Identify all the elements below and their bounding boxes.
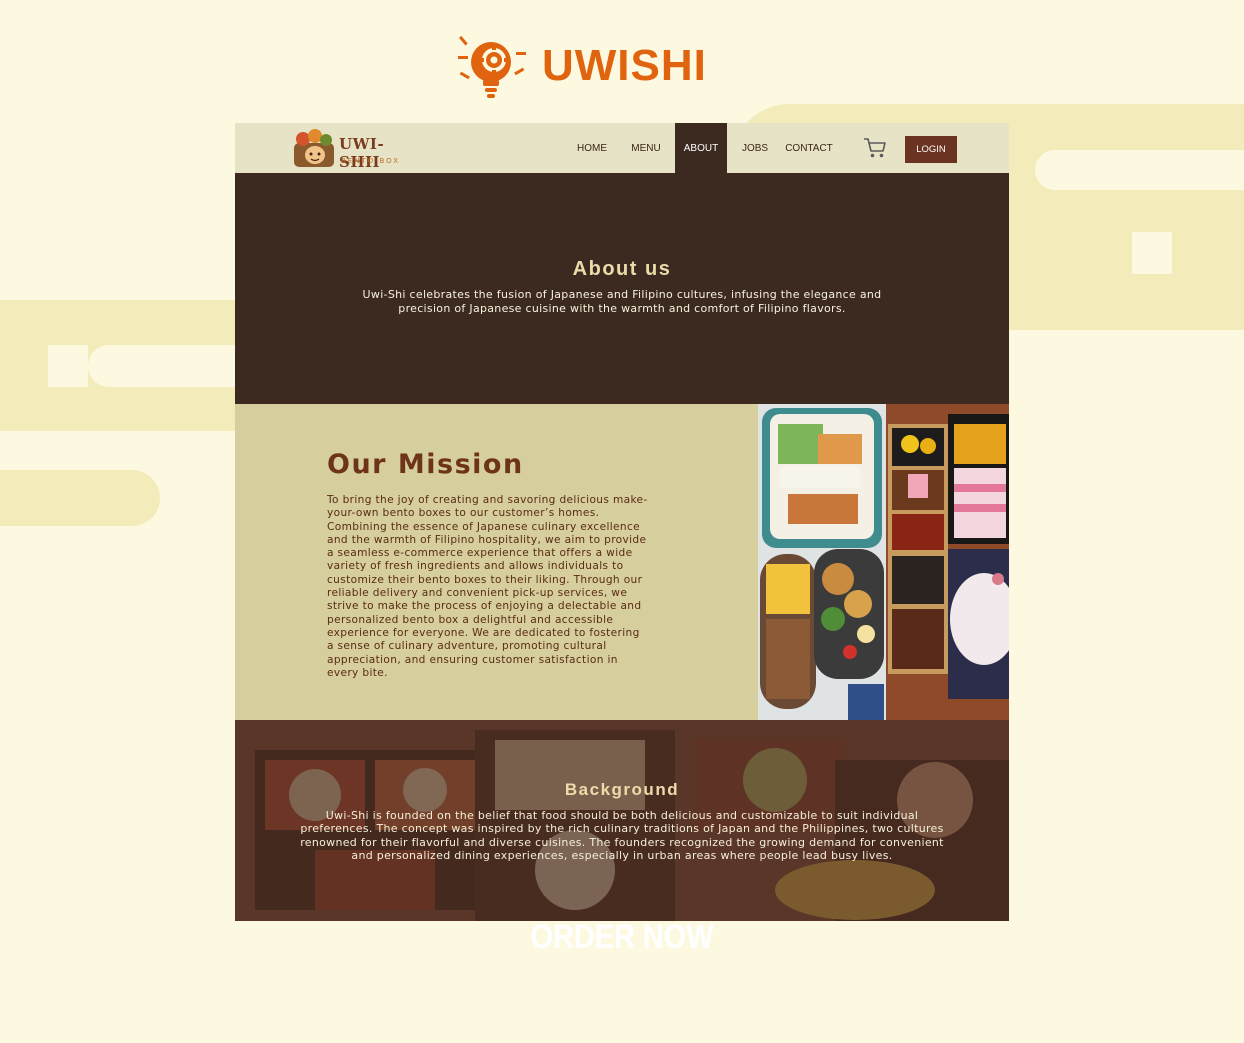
nav-jobs[interactable]: JOBS bbox=[733, 123, 777, 173]
lightbulb-gear-icon bbox=[458, 35, 526, 98]
site-logo[interactable]: UWI-SHII BENTO BOX bbox=[293, 129, 403, 171]
cart-icon[interactable] bbox=[863, 137, 887, 159]
login-button[interactable]: LOGIN bbox=[905, 136, 957, 163]
logo-title: UWI-SHII bbox=[339, 135, 385, 171]
nav-menu[interactable]: MENU bbox=[621, 123, 671, 173]
background-title: Background bbox=[564, 780, 680, 799]
mission-text: To bring the joy of creating and savorin… bbox=[327, 494, 648, 679]
nav-about[interactable]: ABOUT bbox=[675, 123, 727, 173]
brand-name: UWISHI bbox=[542, 41, 707, 90]
about-text: Uwi-Shi celebrates the fusion of Japanes… bbox=[362, 288, 882, 315]
nav-contact[interactable]: CONTACT bbox=[783, 123, 835, 173]
mission-section: Our Mission To bring the joy of creating… bbox=[235, 404, 1009, 720]
background-section: Background Uwi-Shi is founded on the bel… bbox=[235, 720, 1009, 921]
brand-header: UWISHI bbox=[458, 30, 718, 102]
bento-food-photo bbox=[758, 404, 1009, 720]
nav-home[interactable]: HOME bbox=[567, 123, 617, 173]
navbar: UWI-SHII BENTO BOX HOME MENU ABOUT JOBS … bbox=[235, 123, 1009, 173]
background-text: Uwi-Shi is founded on the belief that fo… bbox=[300, 809, 944, 863]
about-section: About us Uwi-Shi celebrates the fusion o… bbox=[235, 173, 1009, 404]
about-title: About us bbox=[572, 258, 672, 280]
bento-mascot-icon bbox=[294, 129, 334, 167]
website-mockup: UWI-SHII BENTO BOX HOME MENU ABOUT JOBS … bbox=[235, 123, 1009, 921]
logo-subtitle: BENTO BOX bbox=[341, 157, 401, 165]
mission-title: Our Mission bbox=[327, 449, 524, 480]
order-now-button[interactable]: ORDER NOW bbox=[93, 918, 1150, 957]
